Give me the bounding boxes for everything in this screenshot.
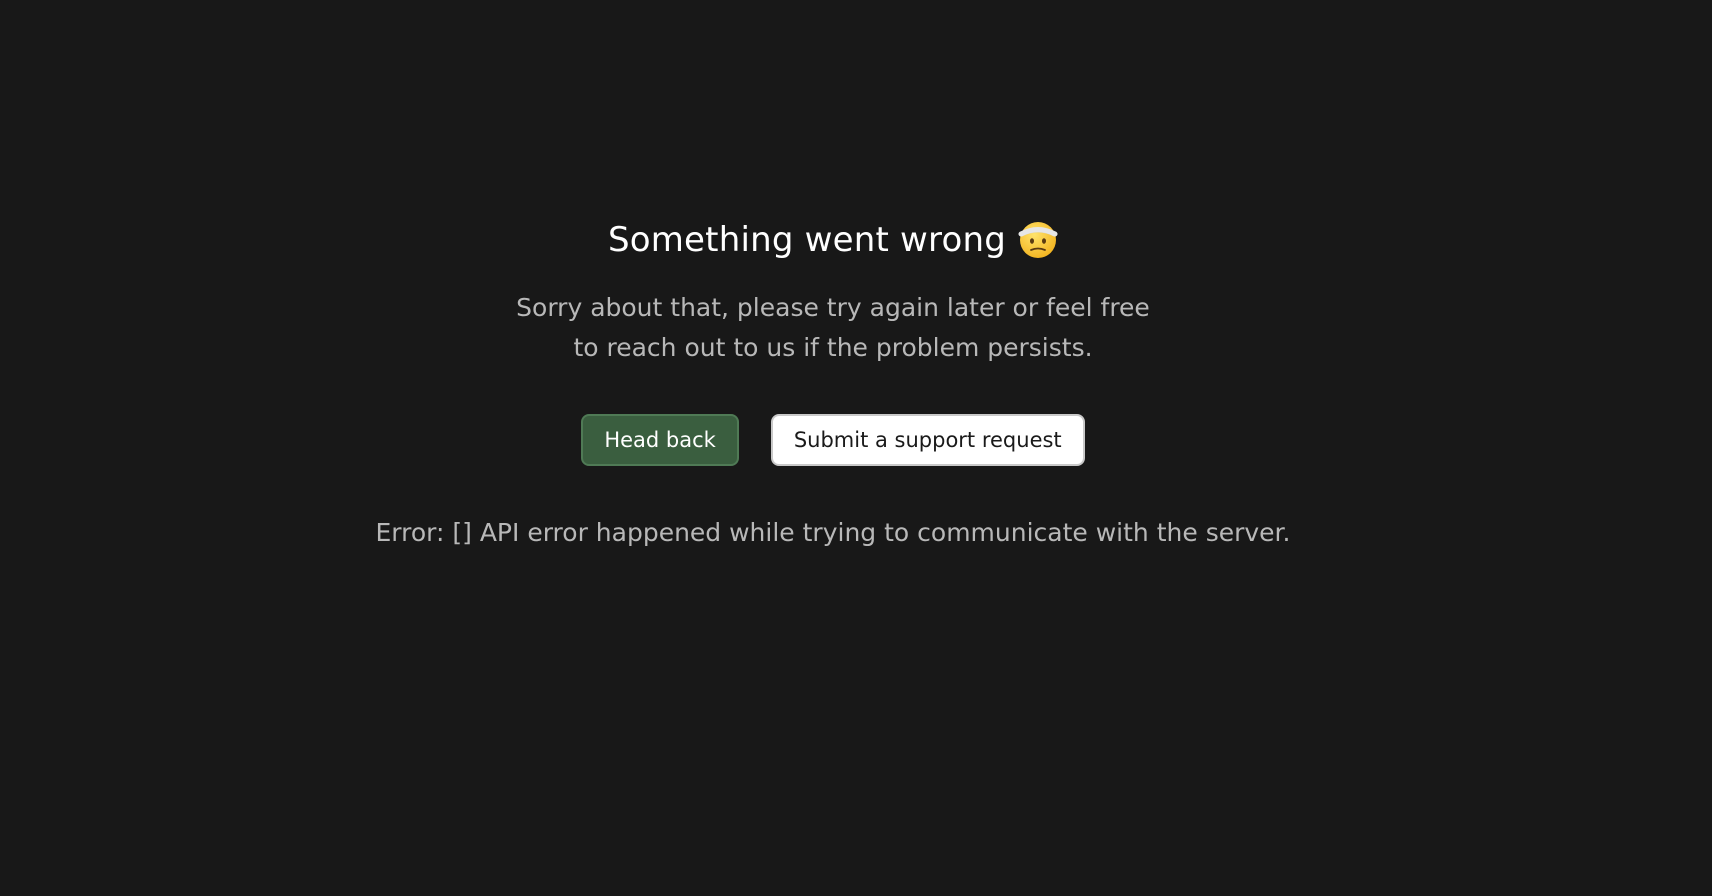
page-title: Something went wrong (607, 220, 1007, 260)
error-description: Sorry about that, please try again later… (516, 288, 1150, 368)
error-content: Something went wrong Sorry about that, p… (0, 212, 1666, 547)
description-line-1: Sorry about that, please try again later… (516, 293, 1150, 322)
head-back-button[interactable]: Head back (581, 414, 739, 466)
error-message: Error: [] API error happened while tryin… (375, 518, 1291, 547)
title-row: Something went wrong (608, 212, 1058, 268)
description-line-2: to reach out to us if the problem persis… (573, 333, 1093, 362)
submit-support-request-button[interactable]: Submit a support request (770, 414, 1085, 466)
face-with-head-bandage-icon (1018, 220, 1058, 260)
action-buttons: Head back Submit a support request (581, 414, 1085, 466)
error-page: Something went wrong Sorry about that, p… (0, 0, 1712, 896)
